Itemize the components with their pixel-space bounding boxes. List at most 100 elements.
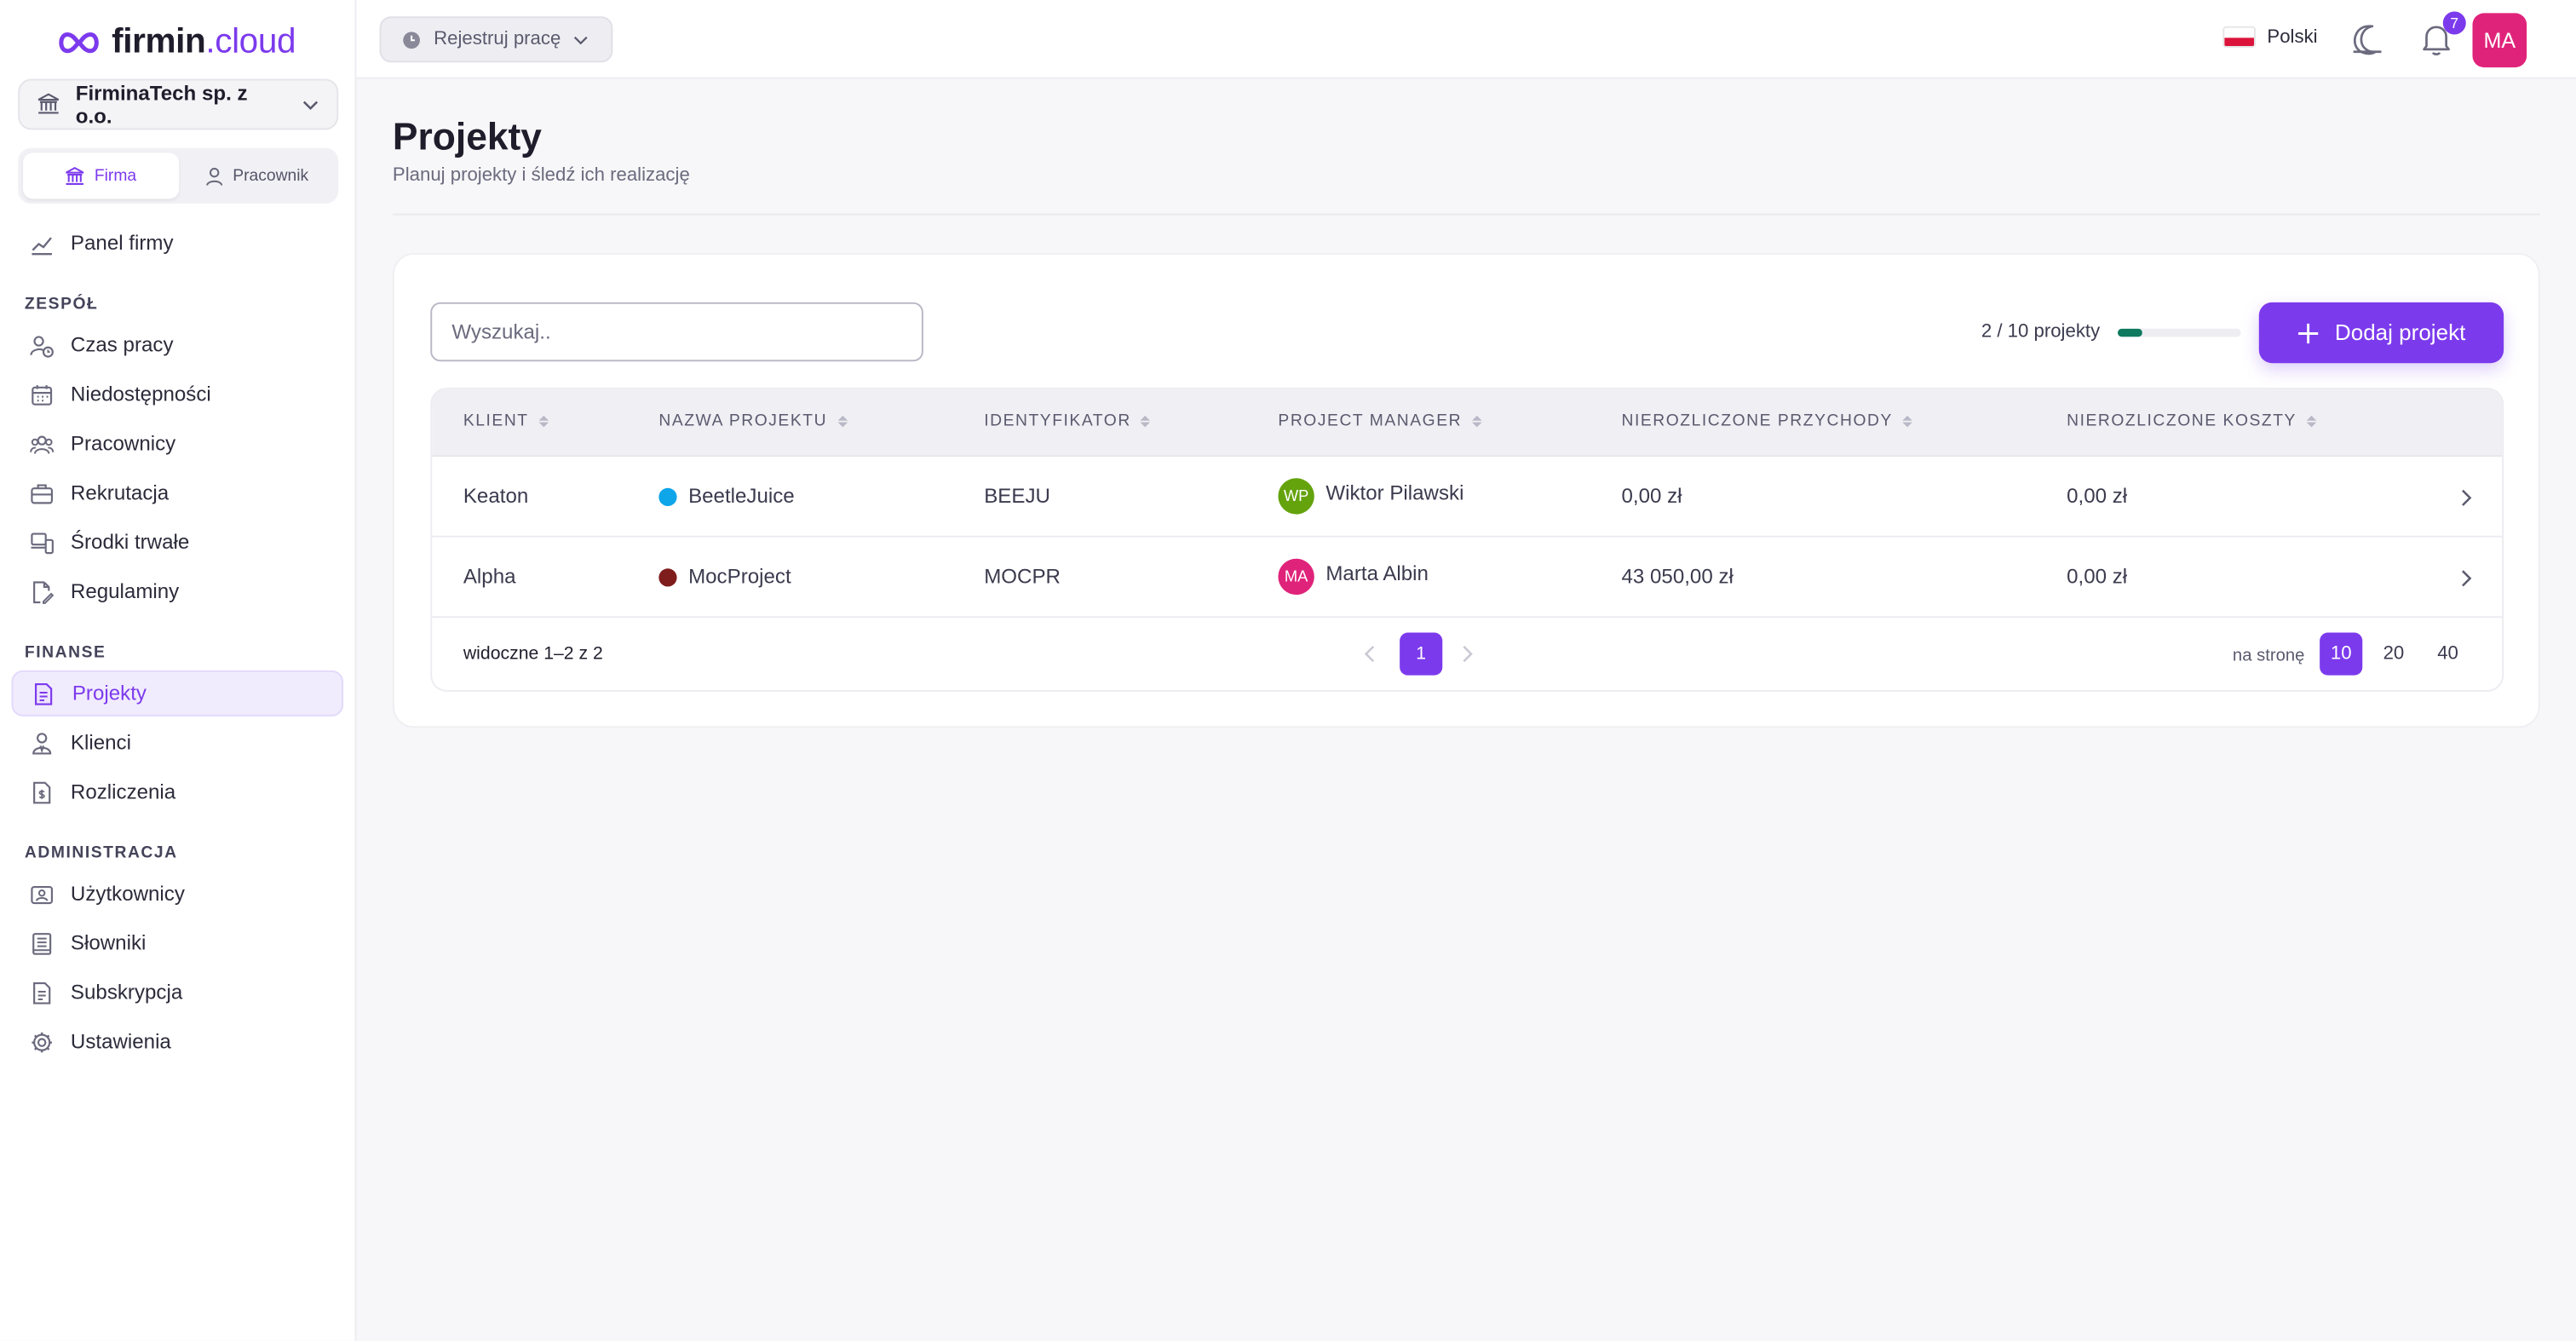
mode-company-tab[interactable]: Firma — [22, 153, 179, 199]
column-label: KLIENT — [463, 412, 529, 431]
column-label: PROJECT MANAGER — [1278, 412, 1463, 431]
project-name: MocProject — [688, 565, 791, 589]
sidebar-item-pracownicy[interactable]: Pracownicy — [11, 421, 343, 467]
sort-icon — [2306, 415, 2317, 428]
pm-avatar: MA — [1278, 558, 1314, 596]
cell-costs: 0,00 zł — [2067, 565, 2128, 589]
column-header-nierozliczone-przychody[interactable]: NIEROZLICZONE PRZYCHODY — [1621, 412, 1913, 431]
table-row[interactable]: Alpha MocProject MOCPR MA Marta Albin 43 … — [432, 538, 2503, 619]
search-input[interactable] — [430, 302, 923, 362]
project-color-dot — [658, 567, 677, 586]
sidebar-item-ustawienia[interactable]: Ustawienia — [11, 1019, 343, 1065]
sidebar-item-subskrypcja[interactable]: Subskrypcja — [11, 970, 343, 1016]
project-quota-text: 2 / 10 projekty — [1981, 321, 2101, 342]
pagination-page-button[interactable]: 1 — [1400, 632, 1443, 676]
devices-icon — [31, 532, 54, 554]
cell-identifier: BEEJU — [984, 484, 1050, 508]
column-label: IDENTYFIKATOR — [984, 412, 1131, 431]
register-work-label: Rejestruj pracę — [434, 29, 561, 49]
cell-revenue: 43 050,00 zł — [1621, 565, 1734, 589]
per-page-option-10[interactable]: 10 — [2320, 632, 2363, 676]
sidebar-item-projekty[interactable]: Projekty — [11, 670, 344, 717]
project-quota-fill — [2117, 328, 2142, 337]
language-selector[interactable]: Polski — [2222, 26, 2318, 48]
column-header-project-manager[interactable]: PROJECT MANAGER — [1278, 412, 1482, 431]
sidebar-item-uzytkownicy[interactable]: Użytkownicy — [11, 871, 343, 917]
column-label: NIEROZLICZONE KOSZTY — [2067, 412, 2297, 431]
column-header-identyfikator[interactable]: IDENTYFIKATOR — [984, 412, 1151, 430]
brand-logo[interactable]: firmin.cloud — [56, 23, 296, 62]
column-header-klient[interactable]: KLIENT — [463, 412, 549, 430]
sidebar-item-label: Pracownicy — [70, 432, 176, 456]
mode-company-label: Firma — [94, 166, 137, 185]
sidebar-item-srodki-trwale[interactable]: Środki trwałe — [11, 519, 343, 565]
sidebar-item-panel-firmy[interactable]: Panel firmy — [11, 220, 343, 266]
column-label: NAZWA PROJEKTU — [658, 412, 828, 431]
cell-project-manager: MA Marta Albin — [1278, 558, 1429, 596]
mode-employee-tab[interactable]: Pracownik — [178, 153, 333, 199]
projects-table: KLIENT NAZWA PROJEKTU IDENTYFIKATOR PROJ… — [430, 388, 2504, 692]
user-avatar[interactable]: MA — [2472, 13, 2527, 68]
mode-switch: Firma Pracownik — [18, 147, 339, 204]
pagination-next-icon[interactable] — [1459, 644, 1475, 664]
register-work-button[interactable]: Rejestruj pracę — [379, 16, 613, 63]
sort-icon — [538, 415, 549, 428]
language-label: Polski — [2267, 26, 2318, 47]
sidebar-item-rozliczenia[interactable]: Rozliczenia — [11, 769, 343, 815]
calendar-icon — [32, 384, 53, 405]
sidebar-item-label: Czas pracy — [70, 333, 174, 357]
bank-icon — [37, 93, 60, 114]
chevron-right-icon[interactable] — [2458, 488, 2474, 508]
add-project-button[interactable]: Dodaj projekt — [2258, 302, 2504, 364]
poland-flag-icon — [2222, 26, 2256, 48]
cell-revenue: 0,00 zł — [1621, 484, 1682, 508]
column-label: NIEROZLICZONE PRZYCHODY — [1621, 412, 1893, 431]
chevron-right-icon[interactable] — [2458, 568, 2474, 588]
cell-client: Alpha — [463, 565, 516, 589]
column-header-nazwa-projektu[interactable]: NAZWA PROJEKTU — [658, 412, 848, 431]
sort-icon — [1471, 415, 1482, 428]
pm-name: Marta Albin — [1325, 561, 1429, 585]
sidebar-item-czas-pracy[interactable]: Czas pracy — [11, 322, 343, 368]
briefcase-icon — [31, 483, 54, 504]
sidebar-item-rekrutacja[interactable]: Rekrutacja — [11, 470, 343, 516]
book-icon — [32, 932, 52, 954]
sidebar-item-label: Niedostępności — [70, 383, 211, 406]
section-title-finanse: FINANSE — [24, 643, 106, 663]
per-page-label: na stronę — [2232, 645, 2305, 666]
sort-icon — [837, 415, 848, 428]
add-project-label: Dodaj projekt — [2334, 320, 2466, 345]
chevron-down-icon — [302, 100, 319, 110]
pm-avatar: WP — [1278, 478, 1314, 515]
pagination-prev-icon[interactable] — [1362, 644, 1378, 664]
sidebar-item-niedostepnosci[interactable]: Niedostępności — [11, 371, 343, 417]
pm-name: Wiktor Pilawski — [1325, 481, 1464, 505]
cell-project-manager: WP Wiktor Pilawski — [1278, 478, 1464, 515]
company-name: FirminaTech sp. z o.o. — [75, 81, 248, 128]
sidebar-item-label: Subskrypcja — [70, 981, 183, 1004]
sidebar-item-label: Klienci — [70, 731, 131, 755]
sidebar-item-label: Rozliczenia — [70, 780, 176, 804]
column-header-nierozliczone-koszty[interactable]: NIEROZLICZONE KOSZTY — [2067, 412, 2317, 431]
table-row[interactable]: Keaton BeetleJuice BEEJU WP Wiktor Pilaws… — [432, 457, 2503, 538]
per-page-option-20[interactable]: 20 — [2372, 632, 2415, 675]
sidebar-item-label: Ustawienia — [70, 1030, 171, 1054]
sidebar-item-klienci[interactable]: Klienci — [11, 720, 343, 766]
invoice-icon — [33, 780, 51, 803]
company-selector[interactable]: FirminaTech sp. z o.o. — [18, 78, 339, 130]
sort-icon — [1141, 415, 1151, 428]
moon-icon[interactable] — [2349, 21, 2385, 57]
project-name: BeetleJuice — [688, 484, 795, 508]
cell-costs: 0,00 zł — [2067, 484, 2128, 508]
infinity-logo-icon — [59, 32, 99, 54]
sidebar-item-label: Regulaminy — [70, 579, 180, 603]
visible-range-text: widoczne 1–2 z 2 — [463, 643, 603, 665]
per-page-option-40[interactable]: 40 — [2426, 632, 2469, 675]
sidebar-item-slowniki[interactable]: Słowniki — [11, 920, 343, 966]
sidebar-item-label: Słowniki — [70, 931, 147, 955]
sidebar-item-regulaminy[interactable]: Regulaminy — [11, 568, 343, 614]
project-color-dot — [658, 486, 677, 506]
sort-icon — [1902, 415, 1913, 428]
sidebar-item-label: Panel firmy — [70, 231, 174, 255]
sidebar-item-label: Rekrutacja — [70, 481, 170, 505]
